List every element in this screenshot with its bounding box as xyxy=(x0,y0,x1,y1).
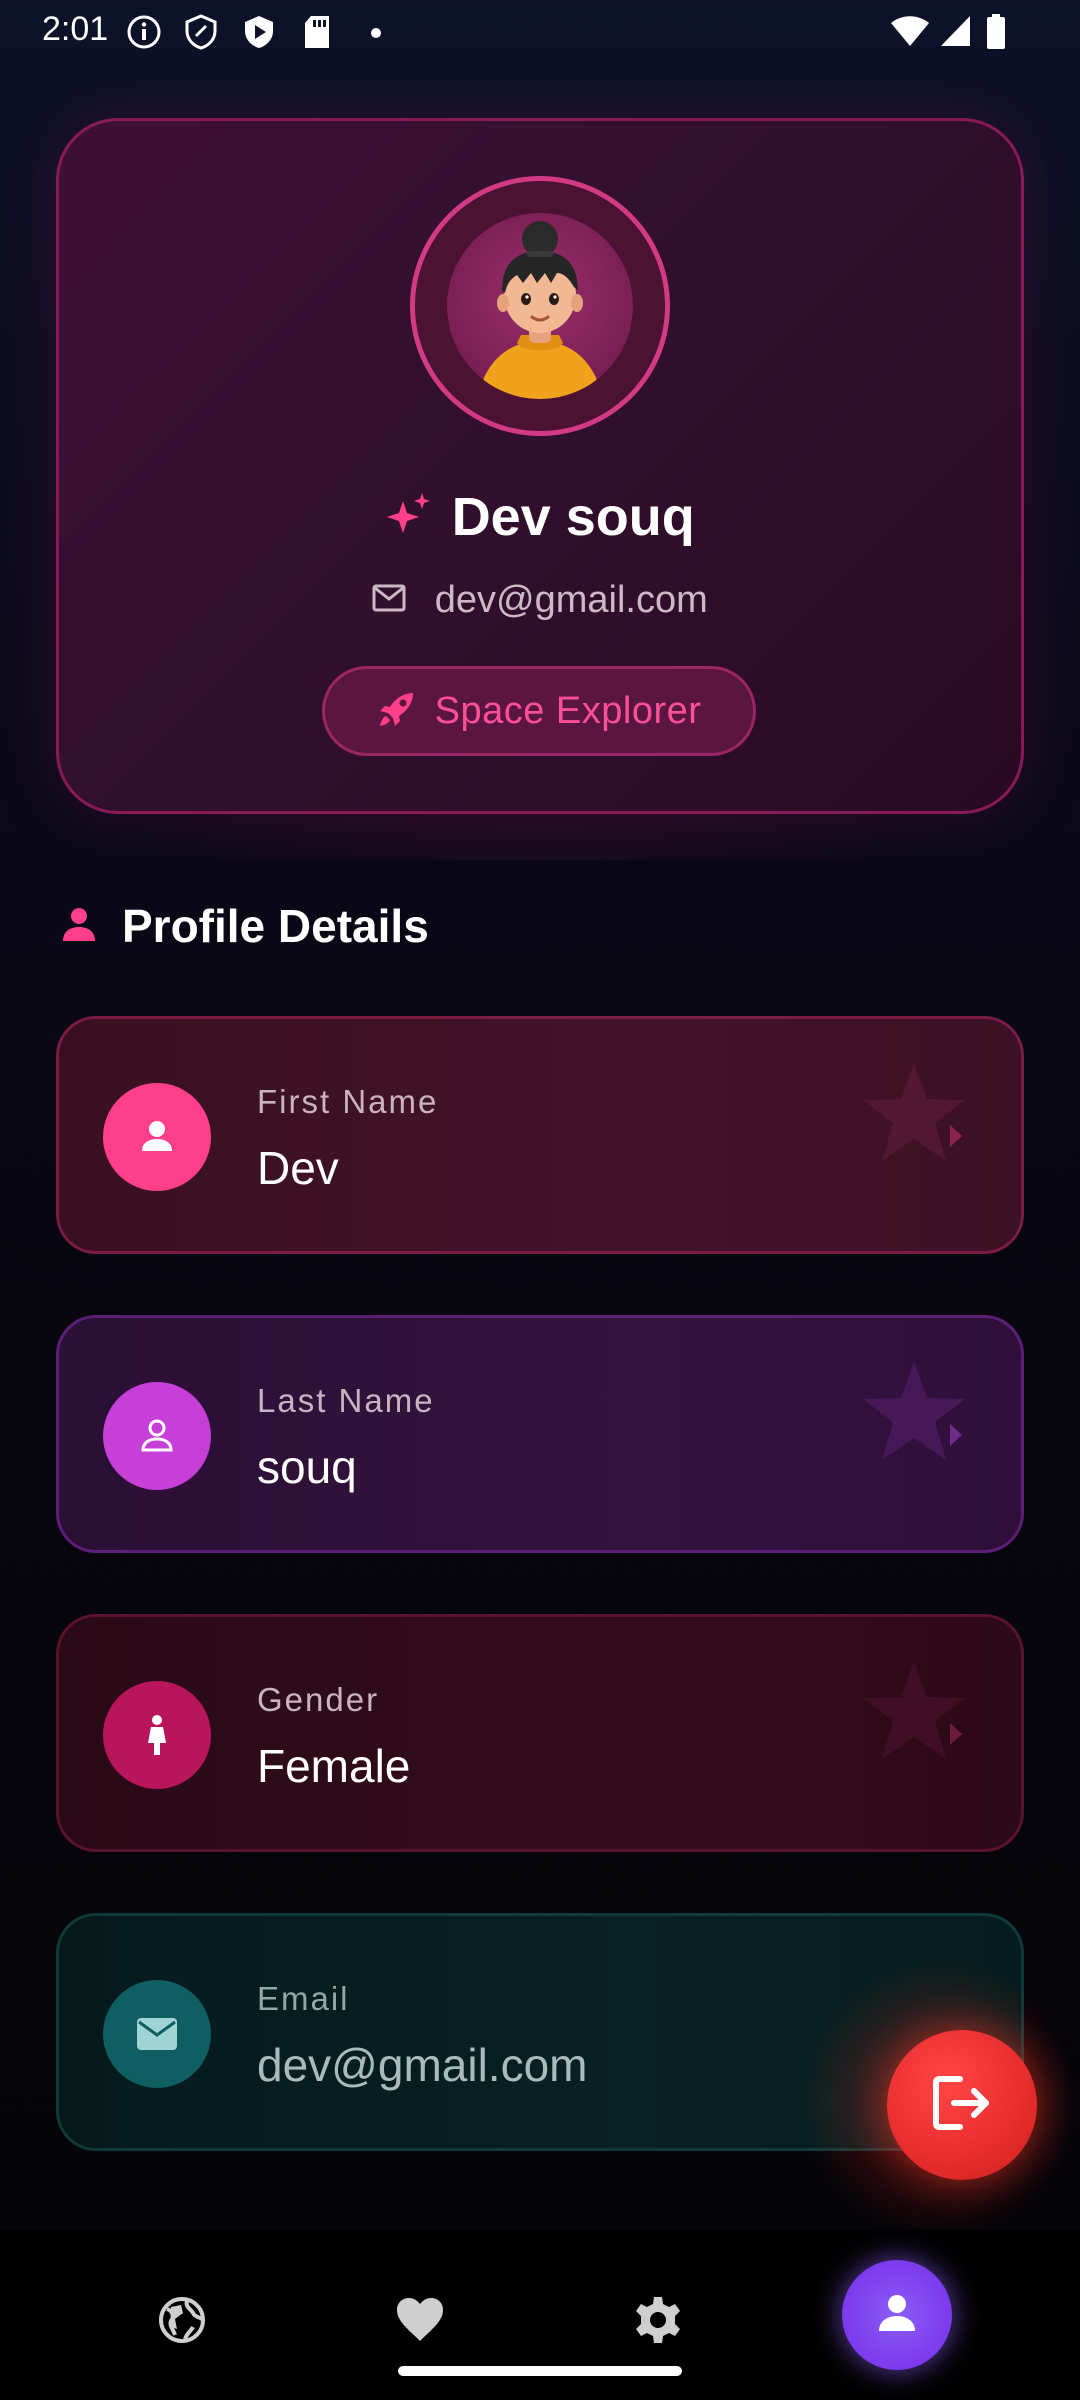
shield-icon xyxy=(184,14,218,55)
profile-icon xyxy=(875,2291,919,2340)
logout-icon xyxy=(930,2073,994,2138)
detail-value: Female xyxy=(257,1740,411,1792)
info-icon xyxy=(126,14,162,55)
heart-icon xyxy=(395,2297,445,2348)
person-icon xyxy=(60,905,98,948)
last-name-card[interactable]: Last Name souq xyxy=(56,1315,1024,1553)
chevron-right-icon xyxy=(947,1123,965,1154)
detail-label: Email xyxy=(257,1980,350,2017)
profile-name-row: Dev souq xyxy=(0,486,1080,548)
globe-icon xyxy=(157,2295,207,2350)
status-bar: 2:01 xyxy=(0,0,1080,62)
female-icon xyxy=(103,1681,211,1789)
nav-favorites[interactable] xyxy=(380,2282,460,2362)
sd-card-icon xyxy=(302,14,332,55)
gender-card[interactable]: Gender Female xyxy=(56,1614,1024,1852)
dot-icon xyxy=(370,26,382,44)
detail-label: Gender xyxy=(257,1681,380,1718)
profile-name: Dev souq xyxy=(451,487,695,547)
person-icon xyxy=(103,1083,211,1191)
battery-icon xyxy=(986,14,1006,55)
rocket-icon xyxy=(377,689,417,734)
section-title-text: Profile Details xyxy=(122,900,429,952)
avatar[interactable] xyxy=(410,176,670,436)
bottom-nav xyxy=(0,2230,1080,2400)
nav-explore[interactable] xyxy=(142,2282,222,2362)
nav-settings[interactable] xyxy=(618,2282,698,2362)
detail-value: dev@gmail.com xyxy=(257,2039,588,2091)
badge-label: Space Explorer xyxy=(434,689,702,732)
wifi-icon xyxy=(890,14,930,53)
mail-outline-icon xyxy=(372,579,406,622)
detail-label: First Name xyxy=(257,1083,439,1120)
settings-icon xyxy=(633,2295,683,2350)
logout-button[interactable] xyxy=(887,2030,1037,2180)
avatar-image xyxy=(447,213,633,399)
sparkle-icon xyxy=(385,491,433,544)
profile-email: dev@gmail.com xyxy=(434,579,708,622)
status-time: 2:01 xyxy=(42,10,109,48)
section-title: Profile Details xyxy=(60,896,429,956)
chevron-right-icon xyxy=(947,1721,965,1752)
play-protect-icon xyxy=(242,14,276,55)
profile-email-row: dev@gmail.com xyxy=(0,578,1080,622)
detail-label: Last Name xyxy=(257,1382,435,1419)
detail-value: souq xyxy=(257,1441,357,1493)
first-name-card[interactable]: First Name Dev xyxy=(56,1016,1024,1254)
home-indicator[interactable] xyxy=(398,2366,682,2376)
person-outline-icon xyxy=(103,1382,211,1490)
mail-icon xyxy=(103,1980,211,2088)
nav-profile[interactable] xyxy=(842,2260,952,2370)
signal-icon xyxy=(940,14,972,53)
space-explorer-badge[interactable]: Space Explorer xyxy=(322,666,756,756)
chevron-right-icon xyxy=(947,1422,965,1453)
detail-value: Dev xyxy=(257,1142,339,1194)
